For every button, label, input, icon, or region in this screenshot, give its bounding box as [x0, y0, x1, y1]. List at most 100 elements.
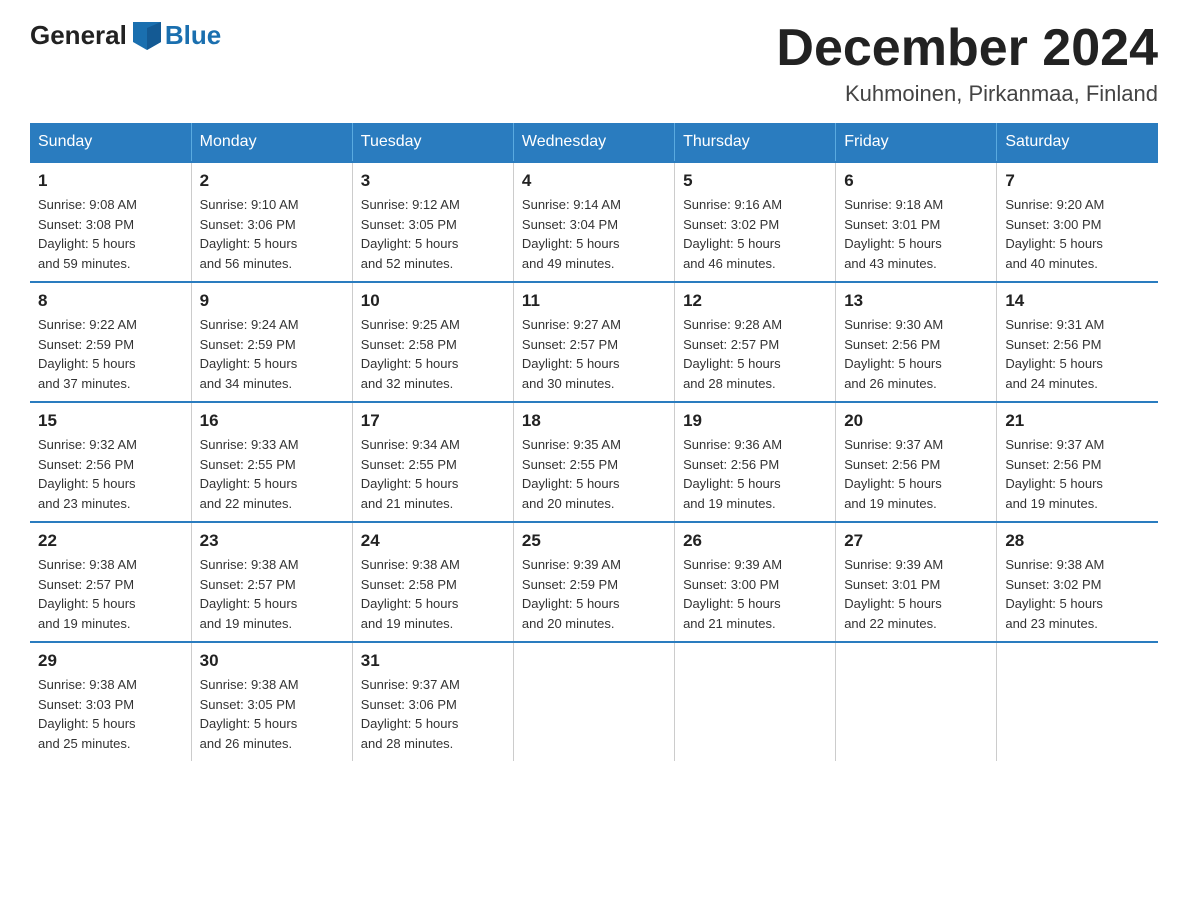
calendar-table: SundayMondayTuesdayWednesdayThursdayFrid… — [30, 123, 1158, 761]
day-info: Sunrise: 9:24 AMSunset: 2:59 PMDaylight:… — [200, 315, 344, 393]
day-info: Sunrise: 9:31 AMSunset: 2:56 PMDaylight:… — [1005, 315, 1150, 393]
weekday-header-sunday: Sunday — [30, 123, 191, 162]
day-number: 2 — [200, 171, 344, 191]
day-info: Sunrise: 9:08 AMSunset: 3:08 PMDaylight:… — [38, 195, 183, 273]
day-number: 4 — [522, 171, 666, 191]
day-number: 24 — [361, 531, 505, 551]
day-number: 7 — [1005, 171, 1150, 191]
day-number: 25 — [522, 531, 666, 551]
weekday-header-row: SundayMondayTuesdayWednesdayThursdayFrid… — [30, 123, 1158, 162]
day-info: Sunrise: 9:12 AMSunset: 3:05 PMDaylight:… — [361, 195, 505, 273]
day-number: 3 — [361, 171, 505, 191]
calendar-cell: 24 Sunrise: 9:38 AMSunset: 2:58 PMDayligh… — [352, 522, 513, 642]
day-info: Sunrise: 9:30 AMSunset: 2:56 PMDaylight:… — [844, 315, 988, 393]
calendar-week-row: 8 Sunrise: 9:22 AMSunset: 2:59 PMDaylight… — [30, 282, 1158, 402]
day-info: Sunrise: 9:37 AMSunset: 2:56 PMDaylight:… — [844, 435, 988, 513]
day-info: Sunrise: 9:37 AMSunset: 3:06 PMDaylight:… — [361, 675, 505, 753]
day-number: 9 — [200, 291, 344, 311]
location-subtitle: Kuhmoinen, Pirkanmaa, Finland — [776, 81, 1158, 107]
calendar-body: 1 Sunrise: 9:08 AMSunset: 3:08 PMDaylight… — [30, 162, 1158, 761]
day-number: 16 — [200, 411, 344, 431]
calendar-header: SundayMondayTuesdayWednesdayThursdayFrid… — [30, 123, 1158, 162]
calendar-cell: 17 Sunrise: 9:34 AMSunset: 2:55 PMDayligh… — [352, 402, 513, 522]
day-number: 15 — [38, 411, 183, 431]
day-number: 29 — [38, 651, 183, 671]
calendar-cell — [836, 642, 997, 761]
calendar-cell: 1 Sunrise: 9:08 AMSunset: 3:08 PMDaylight… — [30, 162, 191, 282]
calendar-cell: 10 Sunrise: 9:25 AMSunset: 2:58 PMDayligh… — [352, 282, 513, 402]
day-number: 19 — [683, 411, 827, 431]
calendar-cell: 26Sunrise: 9:39 AMSunset: 3:00 PMDayligh… — [675, 522, 836, 642]
calendar-cell — [675, 642, 836, 761]
calendar-cell: 31Sunrise: 9:37 AMSunset: 3:06 PMDayligh… — [352, 642, 513, 761]
day-number: 1 — [38, 171, 183, 191]
calendar-cell: 18Sunrise: 9:35 AMSunset: 2:55 PMDayligh… — [513, 402, 674, 522]
logo: General Blue — [30, 20, 221, 51]
page-header: General Blue December 2024 Kuhmoinen, Pi… — [30, 20, 1158, 107]
title-block: December 2024 Kuhmoinen, Pirkanmaa, Finl… — [776, 20, 1158, 107]
day-number: 21 — [1005, 411, 1150, 431]
day-info: Sunrise: 9:38 AMSunset: 3:02 PMDaylight:… — [1005, 555, 1150, 633]
calendar-cell: 3 Sunrise: 9:12 AMSunset: 3:05 PMDaylight… — [352, 162, 513, 282]
day-number: 23 — [200, 531, 344, 551]
calendar-cell: 15Sunrise: 9:32 AMSunset: 2:56 PMDayligh… — [30, 402, 191, 522]
day-info: Sunrise: 9:37 AMSunset: 2:56 PMDaylight:… — [1005, 435, 1150, 513]
day-info: Sunrise: 9:35 AMSunset: 2:55 PMDaylight:… — [522, 435, 666, 513]
day-number: 5 — [683, 171, 827, 191]
weekday-header-saturday: Saturday — [997, 123, 1158, 162]
day-number: 30 — [200, 651, 344, 671]
calendar-cell: 25 Sunrise: 9:39 AMSunset: 2:59 PMDayligh… — [513, 522, 674, 642]
day-number: 22 — [38, 531, 183, 551]
day-info: Sunrise: 9:14 AMSunset: 3:04 PMDaylight:… — [522, 195, 666, 273]
calendar-cell: 20Sunrise: 9:37 AMSunset: 2:56 PMDayligh… — [836, 402, 997, 522]
day-info: Sunrise: 9:25 AMSunset: 2:58 PMDaylight:… — [361, 315, 505, 393]
calendar-week-row: 15Sunrise: 9:32 AMSunset: 2:56 PMDayligh… — [30, 402, 1158, 522]
day-info: Sunrise: 9:38 AMSunset: 2:57 PMDaylight:… — [200, 555, 344, 633]
day-info: Sunrise: 9:10 AMSunset: 3:06 PMDaylight:… — [200, 195, 344, 273]
calendar-cell: 22 Sunrise: 9:38 AMSunset: 2:57 PMDayligh… — [30, 522, 191, 642]
day-number: 26 — [683, 531, 827, 551]
day-info: Sunrise: 9:18 AMSunset: 3:01 PMDaylight:… — [844, 195, 988, 273]
day-number: 6 — [844, 171, 988, 191]
day-number: 27 — [844, 531, 988, 551]
calendar-cell: 11Sunrise: 9:27 AMSunset: 2:57 PMDayligh… — [513, 282, 674, 402]
day-info: Sunrise: 9:22 AMSunset: 2:59 PMDaylight:… — [38, 315, 183, 393]
day-info: Sunrise: 9:39 AMSunset: 3:01 PMDaylight:… — [844, 555, 988, 633]
day-number: 28 — [1005, 531, 1150, 551]
day-info: Sunrise: 9:38 AMSunset: 3:05 PMDaylight:… — [200, 675, 344, 753]
calendar-cell: 29 Sunrise: 9:38 AMSunset: 3:03 PMDayligh… — [30, 642, 191, 761]
calendar-cell: 21 Sunrise: 9:37 AMSunset: 2:56 PMDayligh… — [997, 402, 1158, 522]
calendar-cell: 12Sunrise: 9:28 AMSunset: 2:57 PMDayligh… — [675, 282, 836, 402]
day-info: Sunrise: 9:16 AMSunset: 3:02 PMDaylight:… — [683, 195, 827, 273]
day-number: 8 — [38, 291, 183, 311]
day-number: 13 — [844, 291, 988, 311]
calendar-cell: 13 Sunrise: 9:30 AMSunset: 2:56 PMDayligh… — [836, 282, 997, 402]
weekday-header-wednesday: Wednesday — [513, 123, 674, 162]
day-number: 12 — [683, 291, 827, 311]
weekday-header-friday: Friday — [836, 123, 997, 162]
weekday-header-tuesday: Tuesday — [352, 123, 513, 162]
day-info: Sunrise: 9:38 AMSunset: 3:03 PMDaylight:… — [38, 675, 183, 753]
day-number: 11 — [522, 291, 666, 311]
day-info: Sunrise: 9:38 AMSunset: 2:58 PMDaylight:… — [361, 555, 505, 633]
calendar-cell: 9 Sunrise: 9:24 AMSunset: 2:59 PMDaylight… — [191, 282, 352, 402]
day-info: Sunrise: 9:33 AMSunset: 2:55 PMDaylight:… — [200, 435, 344, 513]
calendar-cell: 2 Sunrise: 9:10 AMSunset: 3:06 PMDaylight… — [191, 162, 352, 282]
calendar-week-row: 1 Sunrise: 9:08 AMSunset: 3:08 PMDaylight… — [30, 162, 1158, 282]
calendar-cell: 5 Sunrise: 9:16 AMSunset: 3:02 PMDaylight… — [675, 162, 836, 282]
month-title: December 2024 — [776, 20, 1158, 77]
calendar-cell: 28 Sunrise: 9:38 AMSunset: 3:02 PMDayligh… — [997, 522, 1158, 642]
calendar-week-row: 22 Sunrise: 9:38 AMSunset: 2:57 PMDayligh… — [30, 522, 1158, 642]
logo-icon — [133, 22, 161, 50]
day-info: Sunrise: 9:34 AMSunset: 2:55 PMDaylight:… — [361, 435, 505, 513]
day-info: Sunrise: 9:39 AMSunset: 2:59 PMDaylight:… — [522, 555, 666, 633]
day-info: Sunrise: 9:20 AMSunset: 3:00 PMDaylight:… — [1005, 195, 1150, 273]
calendar-cell: 4 Sunrise: 9:14 AMSunset: 3:04 PMDaylight… — [513, 162, 674, 282]
weekday-header-monday: Monday — [191, 123, 352, 162]
logo-text-blue: Blue — [165, 20, 221, 51]
day-info: Sunrise: 9:38 AMSunset: 2:57 PMDaylight:… — [38, 555, 183, 633]
day-number: 14 — [1005, 291, 1150, 311]
day-number: 10 — [361, 291, 505, 311]
calendar-cell: 27 Sunrise: 9:39 AMSunset: 3:01 PMDayligh… — [836, 522, 997, 642]
day-number: 17 — [361, 411, 505, 431]
